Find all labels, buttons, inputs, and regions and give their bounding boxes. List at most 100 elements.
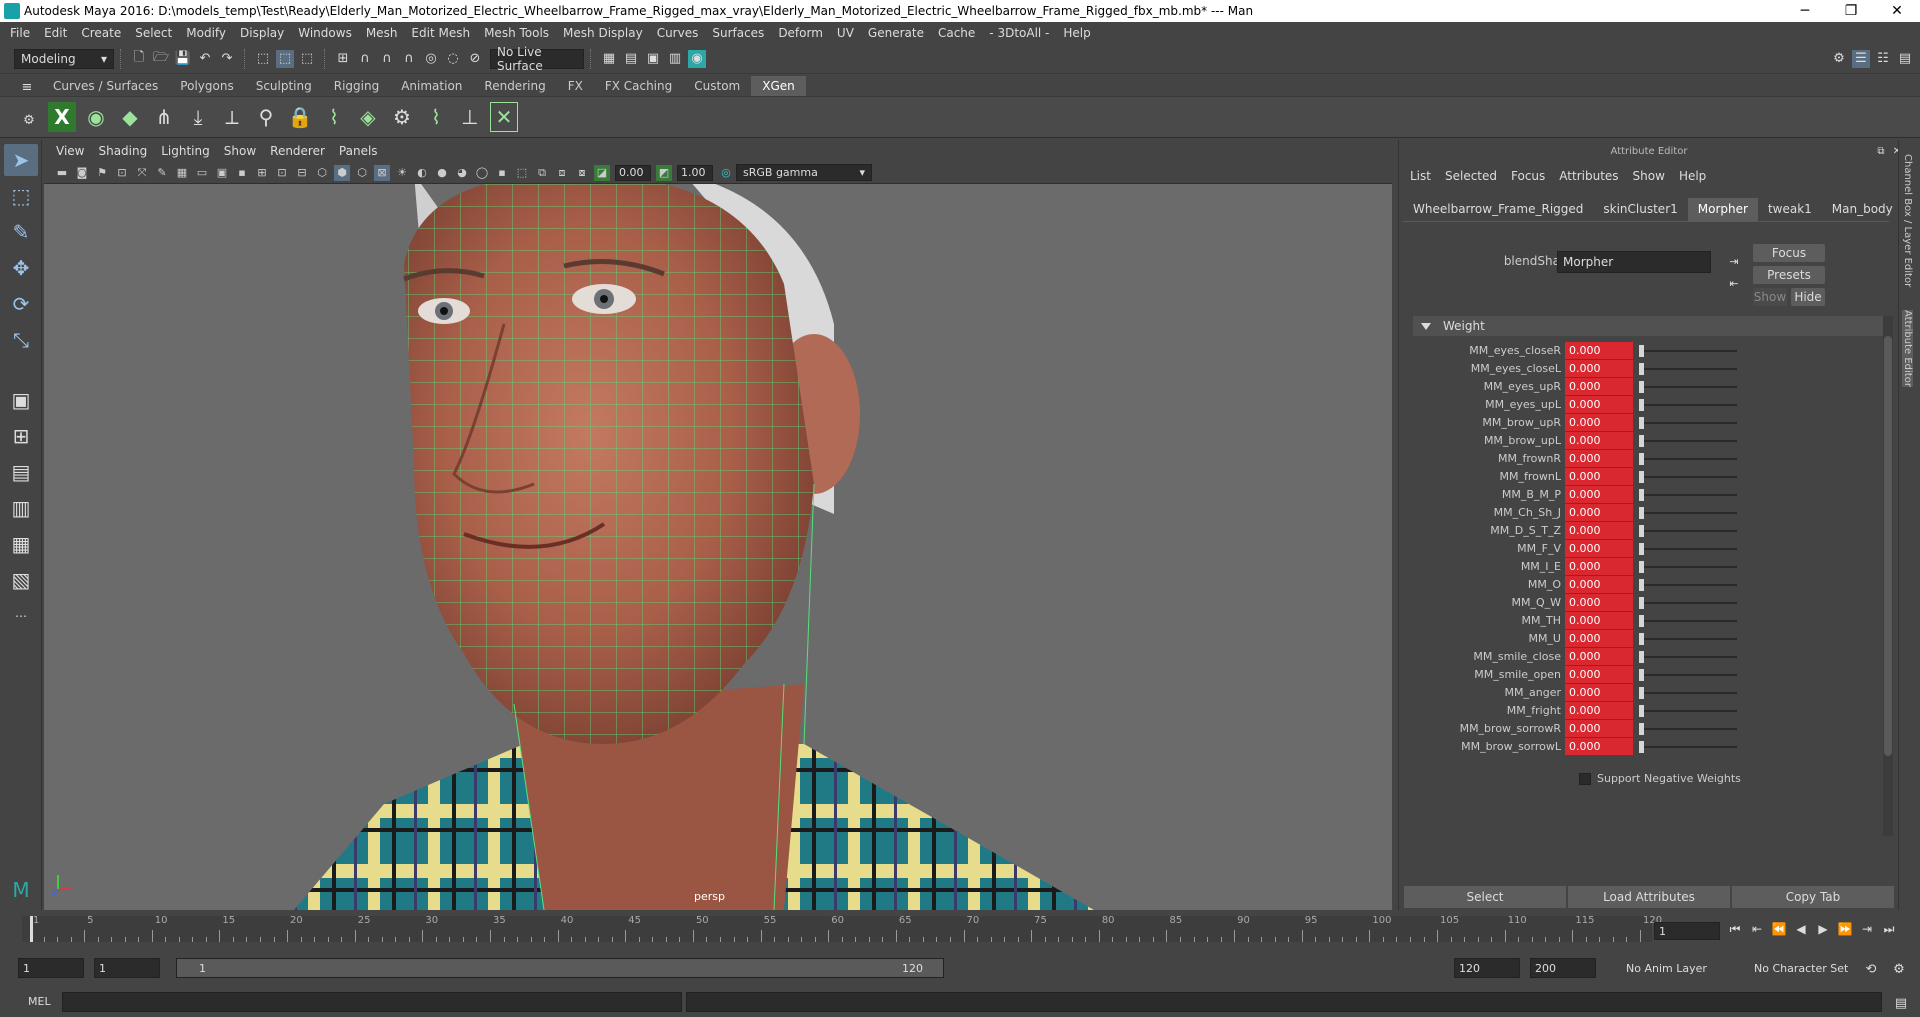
weight-slider-handle[interactable] <box>1639 345 1644 357</box>
minimize-button[interactable]: ─ <box>1782 0 1828 22</box>
weight-value-field[interactable]: 0.000 <box>1565 648 1633 665</box>
grease-pencil-icon[interactable]: ✎ <box>154 165 170 181</box>
focus-button[interactable]: Focus <box>1753 244 1825 262</box>
weight-slider-handle[interactable] <box>1639 453 1644 465</box>
weight-slider-track[interactable] <box>1639 368 1737 370</box>
go-to-start-icon[interactable]: ⏮ <box>1724 922 1746 937</box>
gamma-icon[interactable]: ◩ <box>656 164 672 181</box>
weight-value-field[interactable]: 0.000 <box>1565 360 1633 377</box>
xray-icon[interactable]: ⧉ <box>534 165 550 181</box>
copy-tab-button[interactable]: Copy Tab <box>1732 886 1894 908</box>
xgen-guides-icon[interactable]: ◆ <box>116 102 144 132</box>
gate-mask-icon[interactable]: ▪ <box>234 165 250 181</box>
channel-box-tab[interactable]: Channel Box / Layer Editor <box>1902 154 1913 287</box>
ae-menu-focus[interactable]: Focus <box>1504 169 1552 183</box>
menu-generate[interactable]: Generate <box>862 26 932 40</box>
paint-select-tool-icon[interactable]: ✎ <box>4 216 38 248</box>
weight-slider-handle[interactable] <box>1639 741 1644 753</box>
menu-mesh-display[interactable]: Mesh Display <box>557 26 651 40</box>
xgen-preview-icon[interactable]: ◉ <box>82 102 110 132</box>
shelf-tab-curves-surfaces[interactable]: Curves / Surfaces <box>42 76 169 96</box>
attribute-editor-tab[interactable]: Attribute Editor <box>1902 310 1913 387</box>
menu-curves[interactable]: Curves <box>651 26 707 40</box>
weight-value-field[interactable]: 0.000 <box>1565 396 1633 413</box>
support-negative-checkbox[interactable] <box>1579 772 1591 785</box>
step-back-frame-icon[interactable]: ⏪ <box>1768 922 1790 937</box>
perspective-viewport[interactable]: persp <box>44 184 1392 910</box>
curves-to-guides-icon[interactable]: ⌇ <box>422 102 450 132</box>
weight-slider-handle[interactable] <box>1639 543 1644 555</box>
weight-slider-track[interactable] <box>1639 548 1737 550</box>
select-component-icon[interactable]: ⬚ <box>298 50 316 68</box>
two-d-pan-zoom-icon[interactable]: ⤧ <box>134 165 150 181</box>
xray-active-icon[interactable]: ⧇ <box>574 165 590 181</box>
select-hierarchy-icon[interactable]: ⬚ <box>254 50 272 68</box>
snap-curve-icon[interactable]: ∩ <box>356 50 374 68</box>
blendshape-name-field[interactable]: Morpher <box>1557 251 1711 273</box>
presets-button[interactable]: Presets <box>1753 266 1825 284</box>
snap-grid-icon[interactable]: ⊞ <box>334 50 352 68</box>
snap-point-icon[interactable]: ∩ <box>378 50 396 68</box>
depth-of-field-icon[interactable]: ▪ <box>494 165 510 181</box>
add-guide-icon[interactable]: ⋔ <box>150 102 178 132</box>
persp-outliner-layout-icon[interactable]: ▤ <box>4 456 38 488</box>
weight-slider-handle[interactable] <box>1639 705 1644 717</box>
go-to-input-icon[interactable]: ⇥ <box>1725 252 1743 270</box>
weight-value-field[interactable]: 0.000 <box>1565 504 1633 521</box>
weight-slider-track[interactable] <box>1639 584 1737 586</box>
playback-start-field[interactable]: 1 <box>94 958 160 978</box>
weight-slider-handle[interactable] <box>1639 633 1644 645</box>
save-scene-icon[interactable]: 💾 <box>174 50 192 68</box>
select-camera-icon[interactable]: ▬ <box>54 165 70 181</box>
groom-layers-icon[interactable]: ◈ <box>354 102 382 132</box>
go-to-end-icon[interactable]: ⏭ <box>1878 922 1900 937</box>
shelf-tab-animation[interactable]: Animation <box>390 76 473 96</box>
xgen-editor-icon[interactable]: X <box>48 102 76 132</box>
weight-slider-handle[interactable] <box>1639 597 1644 609</box>
ae-menu-list[interactable]: List <box>1403 169 1438 183</box>
guide-hair-icon[interactable]: ⌇ <box>320 102 348 132</box>
shelf-tab-rendering[interactable]: Rendering <box>473 76 556 96</box>
time-slider[interactable]: 1 5 10 15 20 25 30 35 40 45 50 55 60 65 70 75 80 85 90 95 10… <box>0 912 1920 946</box>
weight-value-field[interactable]: 0.000 <box>1565 486 1633 503</box>
weight-slider-handle[interactable] <box>1639 525 1644 537</box>
shelf-tab-fx[interactable]: FX <box>557 76 594 96</box>
menu-mesh-tools[interactable]: Mesh Tools <box>478 26 557 40</box>
weight-slider-track[interactable] <box>1639 404 1737 406</box>
shadows-icon[interactable]: ◐ <box>414 165 430 181</box>
weight-value-field[interactable]: 0.000 <box>1565 450 1633 467</box>
xray-joints-icon[interactable]: ⧈ <box>554 165 570 181</box>
viewport-menu-renderer[interactable]: Renderer <box>266 144 335 158</box>
weight-slider-track[interactable] <box>1639 638 1737 640</box>
lock-guides-icon[interactable]: 🔒 <box>286 102 314 132</box>
menu-cache[interactable]: Cache <box>932 26 983 40</box>
exposure-icon[interactable]: ◪ <box>594 164 610 181</box>
weight-value-field[interactable]: 0.000 <box>1565 720 1633 737</box>
weight-value-field[interactable]: 0.000 <box>1565 702 1633 719</box>
select-button[interactable]: Select <box>1404 886 1566 908</box>
use-all-lights-icon[interactable]: ☀ <box>394 165 410 181</box>
wireframe-on-shaded-icon[interactable]: ⬡ <box>354 165 370 181</box>
command-input[interactable] <box>62 992 682 1012</box>
grid-icon[interactable]: ▦ <box>174 165 190 181</box>
textured-icon[interactable]: ⊠ <box>374 164 390 181</box>
ae-menu-attributes[interactable]: Attributes <box>1552 169 1625 183</box>
shelf-tab-xgen[interactable]: XGen <box>751 76 806 96</box>
ae-menu-selected[interactable]: Selected <box>1438 169 1504 183</box>
weight-slider-track[interactable] <box>1639 692 1737 694</box>
weight-value-field[interactable]: 0.000 <box>1565 414 1633 431</box>
weight-slider-track[interactable] <box>1639 602 1737 604</box>
anim-layer-dropdown[interactable]: No Anim Layer <box>1622 958 1734 978</box>
resolution-gate-icon[interactable]: ▣ <box>214 165 230 181</box>
scrollbar-thumb[interactable] <box>1884 336 1892 756</box>
film-gate-icon[interactable]: ▭ <box>194 165 210 181</box>
weight-slider-track[interactable] <box>1639 440 1737 442</box>
menu-mesh[interactable]: Mesh <box>360 26 406 40</box>
shelf-menu-icon[interactable]: ≡ <box>18 78 36 96</box>
view-transform-dropdown[interactable]: sRGB gamma ▾ <box>736 164 872 181</box>
shelf-tab-fx-caching[interactable]: FX Caching <box>594 76 683 96</box>
guide-rig-icon[interactable]: ⚙ <box>388 102 416 132</box>
weight-slider-track[interactable] <box>1639 566 1737 568</box>
play-backward-icon[interactable]: ◀ <box>1790 922 1812 937</box>
modeling-toolkit-icon[interactable]: ⚙ <box>1830 50 1848 68</box>
